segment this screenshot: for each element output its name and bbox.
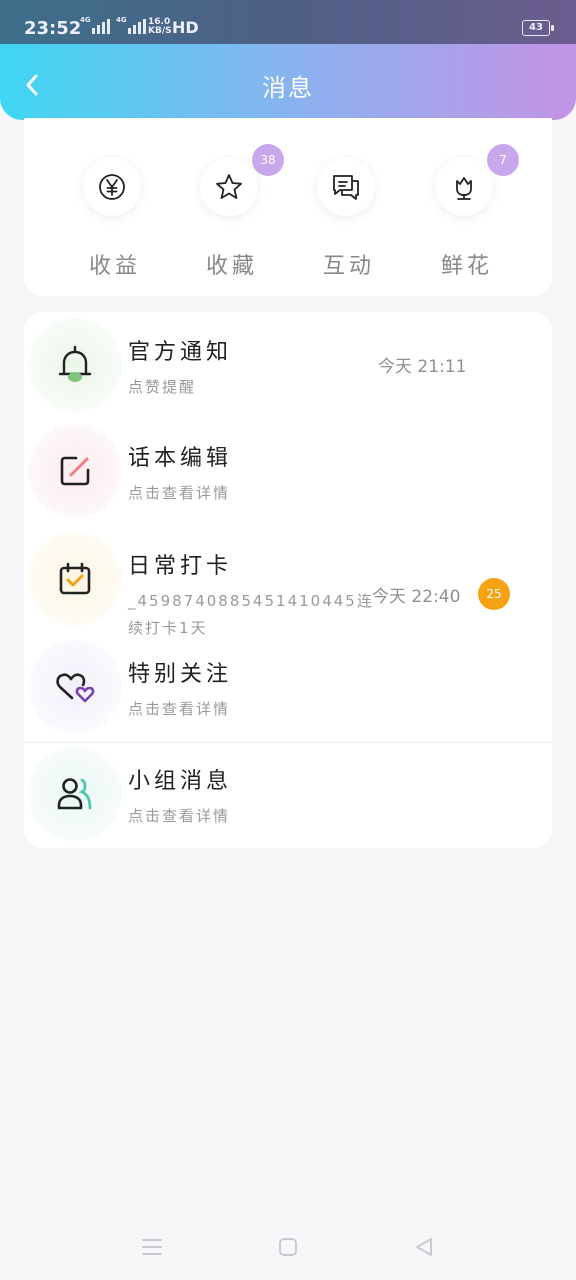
message-item-official-notice[interactable]: 官方通知 点赞提醒 今天 21:11: [24, 312, 552, 418]
quick-income-button[interactable]: [83, 158, 141, 216]
message-title: 日常打卡: [128, 554, 233, 579]
quick-income-label: 收益: [88, 254, 141, 279]
hd-indicator: HD: [172, 18, 199, 37]
quick-interaction-button[interactable]: [317, 158, 375, 216]
message-title: 官方通知: [128, 340, 233, 365]
message-item-daily-checkin[interactable]: 日常打卡 _4598740885451410445连续打卡1天 今天 22:40…: [24, 526, 552, 637]
favorites-badge: 38: [252, 144, 284, 176]
signal-bars-icon: [92, 18, 110, 34]
back-nav-button[interactable]: [409, 1232, 439, 1262]
system-nav-bar: [0, 1224, 576, 1280]
unread-count-badge: 25: [478, 578, 510, 610]
calendar-check-icon: [59, 562, 91, 595]
chat-icon: [333, 175, 359, 200]
network-type-1: 4G: [80, 16, 91, 24]
signal-indicators: 4G 4G: [80, 16, 146, 34]
avatar: [28, 318, 122, 412]
flower-icon: [456, 177, 472, 200]
triangle-back-icon: [416, 1238, 432, 1256]
avatar: [28, 532, 122, 626]
status-bar: 23:52 4G 4G 16.0 KB/S HD 43: [0, 0, 576, 44]
avatar: [28, 747, 122, 841]
avatar: [28, 640, 122, 734]
bell-icon: [58, 345, 92, 382]
quick-flowers-button[interactable]: 7: [435, 144, 519, 216]
star-icon: [216, 174, 242, 199]
quick-favorites-label: 收藏: [205, 254, 258, 279]
avatar: [28, 424, 122, 518]
group-icon: [57, 778, 92, 810]
page-title: 消息: [262, 74, 314, 102]
quick-favorites-button[interactable]: 38: [200, 144, 284, 216]
message-item-special-follow[interactable]: 特别关注 点击查看详情: [24, 634, 552, 742]
message-subtitle: 点击查看详情: [128, 700, 231, 718]
message-item-group[interactable]: 小组消息 点击查看详情: [24, 743, 552, 848]
yen-icon: [99, 174, 125, 200]
network-type-2: 4G: [116, 16, 127, 24]
message-list: 官方通知 点赞提醒 今天 21:11 话本编辑 点击查看详情 日常打卡 _459…: [24, 312, 552, 848]
message-time: 今天 22:40: [372, 587, 461, 607]
message-title: 小组消息: [128, 769, 233, 794]
flowers-badge: 7: [487, 144, 519, 176]
message-subtitle: 点击查看详情: [128, 807, 231, 825]
status-time: 23:52: [24, 18, 82, 39]
message-item-script-editor[interactable]: 话本编辑 点击查看详情: [24, 418, 552, 526]
hearts-icon: [56, 673, 95, 703]
message-subtitle: 点赞提醒: [128, 378, 197, 396]
edit-icon: [60, 456, 90, 486]
home-button[interactable]: [273, 1232, 303, 1262]
menu-icon: [142, 1239, 162, 1255]
home-square-icon: [279, 1238, 297, 1256]
signal-bars-icon: [128, 18, 146, 34]
message-title: 特别关注: [128, 662, 233, 687]
quick-interaction-label: 互动: [322, 254, 375, 279]
message-time: 今天 21:11: [378, 357, 467, 377]
battery-icon: 43: [522, 20, 554, 36]
network-speed: 16.0 KB/S: [148, 17, 172, 36]
message-title: 话本编辑: [128, 446, 233, 471]
quick-actions-card: 38 7 收益 收藏 互动 鲜花: [24, 118, 552, 296]
menu-button[interactable]: [137, 1232, 167, 1262]
message-subtitle: 点击查看详情: [128, 484, 231, 502]
header-bar: 23:52 4G 4G 16.0 KB/S HD 43 消息: [0, 0, 576, 120]
quick-flowers-label: 鲜花: [440, 254, 493, 279]
